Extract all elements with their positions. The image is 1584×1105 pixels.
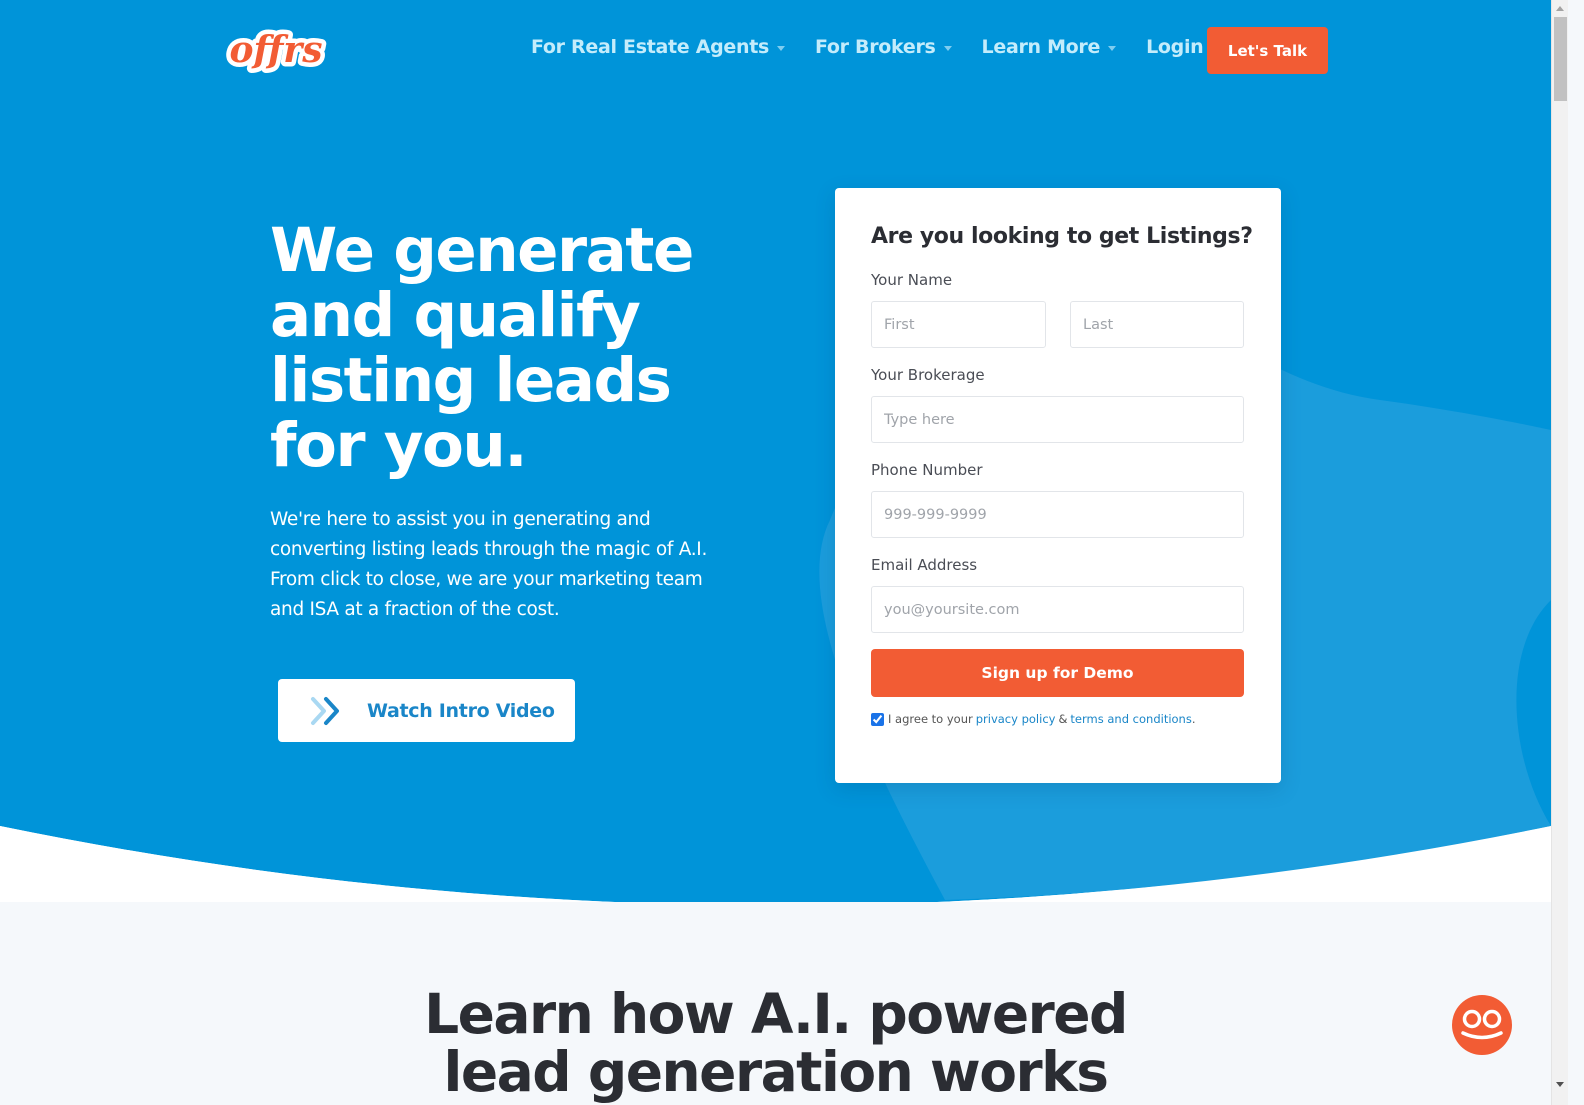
name-label: Your Name xyxy=(871,271,953,289)
section-title-line: Learn how A.I. powered xyxy=(424,982,1128,1046)
chat-smiley-icon[interactable] xyxy=(1452,995,1512,1055)
nav-for-real-estate-agents[interactable]: For Real Estate Agents xyxy=(531,36,785,58)
first-name-input[interactable] xyxy=(871,301,1046,348)
hero-subtitle: We're here to assist you in generating a… xyxy=(270,509,708,620)
main-nav: For Real Estate Agents For Brokers Learn… xyxy=(531,36,1249,58)
agree-prefix: I agree to your xyxy=(888,712,973,726)
caret-down-icon xyxy=(777,45,785,51)
agree-suffix: . xyxy=(1191,712,1196,726)
email-label: Email Address xyxy=(871,556,978,574)
phone-input[interactable] xyxy=(871,491,1244,538)
offrs-logo[interactable]: offrs offrs xyxy=(222,22,330,80)
hero-title: We generate and qualify listing leads fo… xyxy=(270,218,730,478)
privacy-policy-link[interactable]: privacy policy xyxy=(976,712,1056,726)
nav-label: For Real Estate Agents xyxy=(531,36,769,58)
watch-intro-video-button[interactable]: Watch Intro Video xyxy=(278,679,575,742)
section-title: Learn how A.I. powered lead generation w… xyxy=(0,985,1551,1101)
hero-title-line: We generate xyxy=(270,215,694,286)
sign-up-for-demo-button[interactable]: Sign up for Demo xyxy=(871,649,1244,697)
last-name-input[interactable] xyxy=(1070,301,1244,348)
scroll-up-arrow-icon[interactable] xyxy=(1556,6,1564,11)
hero-title-line: for you. xyxy=(270,410,528,481)
email-input[interactable] xyxy=(871,586,1244,633)
form-title: Are you looking to get Listings? xyxy=(871,224,1253,249)
agree-checkbox[interactable] xyxy=(871,712,884,726)
caret-down-icon xyxy=(943,45,952,51)
hero-title-line: listing leads xyxy=(270,345,672,416)
scroll-down-arrow-icon[interactable] xyxy=(1556,1082,1564,1087)
agree-amp: & xyxy=(1058,712,1068,726)
nav-learn-more[interactable]: Learn More xyxy=(982,36,1117,58)
nav-for-brokers[interactable]: For Brokers xyxy=(815,36,952,58)
nav-label: For Brokers xyxy=(815,36,936,58)
logo-text: offrs xyxy=(229,29,322,71)
page: offrs offrs For Real Estate Agents For B… xyxy=(0,0,1551,1105)
scroll-thumb[interactable] xyxy=(1554,17,1567,101)
agree-terms: I agree to your privacy policy & terms a… xyxy=(871,712,1196,726)
section-title-line: lead generation works xyxy=(443,1040,1109,1104)
lets-talk-button[interactable]: Let's Talk xyxy=(1207,27,1328,74)
vertical-scrollbar[interactable] xyxy=(1551,0,1568,1105)
brokerage-input[interactable] xyxy=(871,396,1244,443)
phone-label: Phone Number xyxy=(871,461,983,479)
nav-label: Login xyxy=(1146,36,1204,58)
brokerage-label: Your Brokerage xyxy=(871,366,985,384)
nav-label: Learn More xyxy=(981,36,1101,58)
terms-and-conditions-link[interactable]: terms and conditions xyxy=(1070,712,1191,726)
hero-title-line: and qualify xyxy=(270,280,641,351)
watch-intro-video-label: Watch Intro Video xyxy=(367,699,555,722)
hero-section: offrs offrs For Real Estate Agents For B… xyxy=(0,0,1551,905)
double-chevron-right-icon xyxy=(311,696,339,725)
demo-signup-form: Are you looking to get Listings? Your Na… xyxy=(835,188,1281,783)
caret-down-icon xyxy=(1108,45,1117,51)
hero-background xyxy=(0,0,1551,905)
